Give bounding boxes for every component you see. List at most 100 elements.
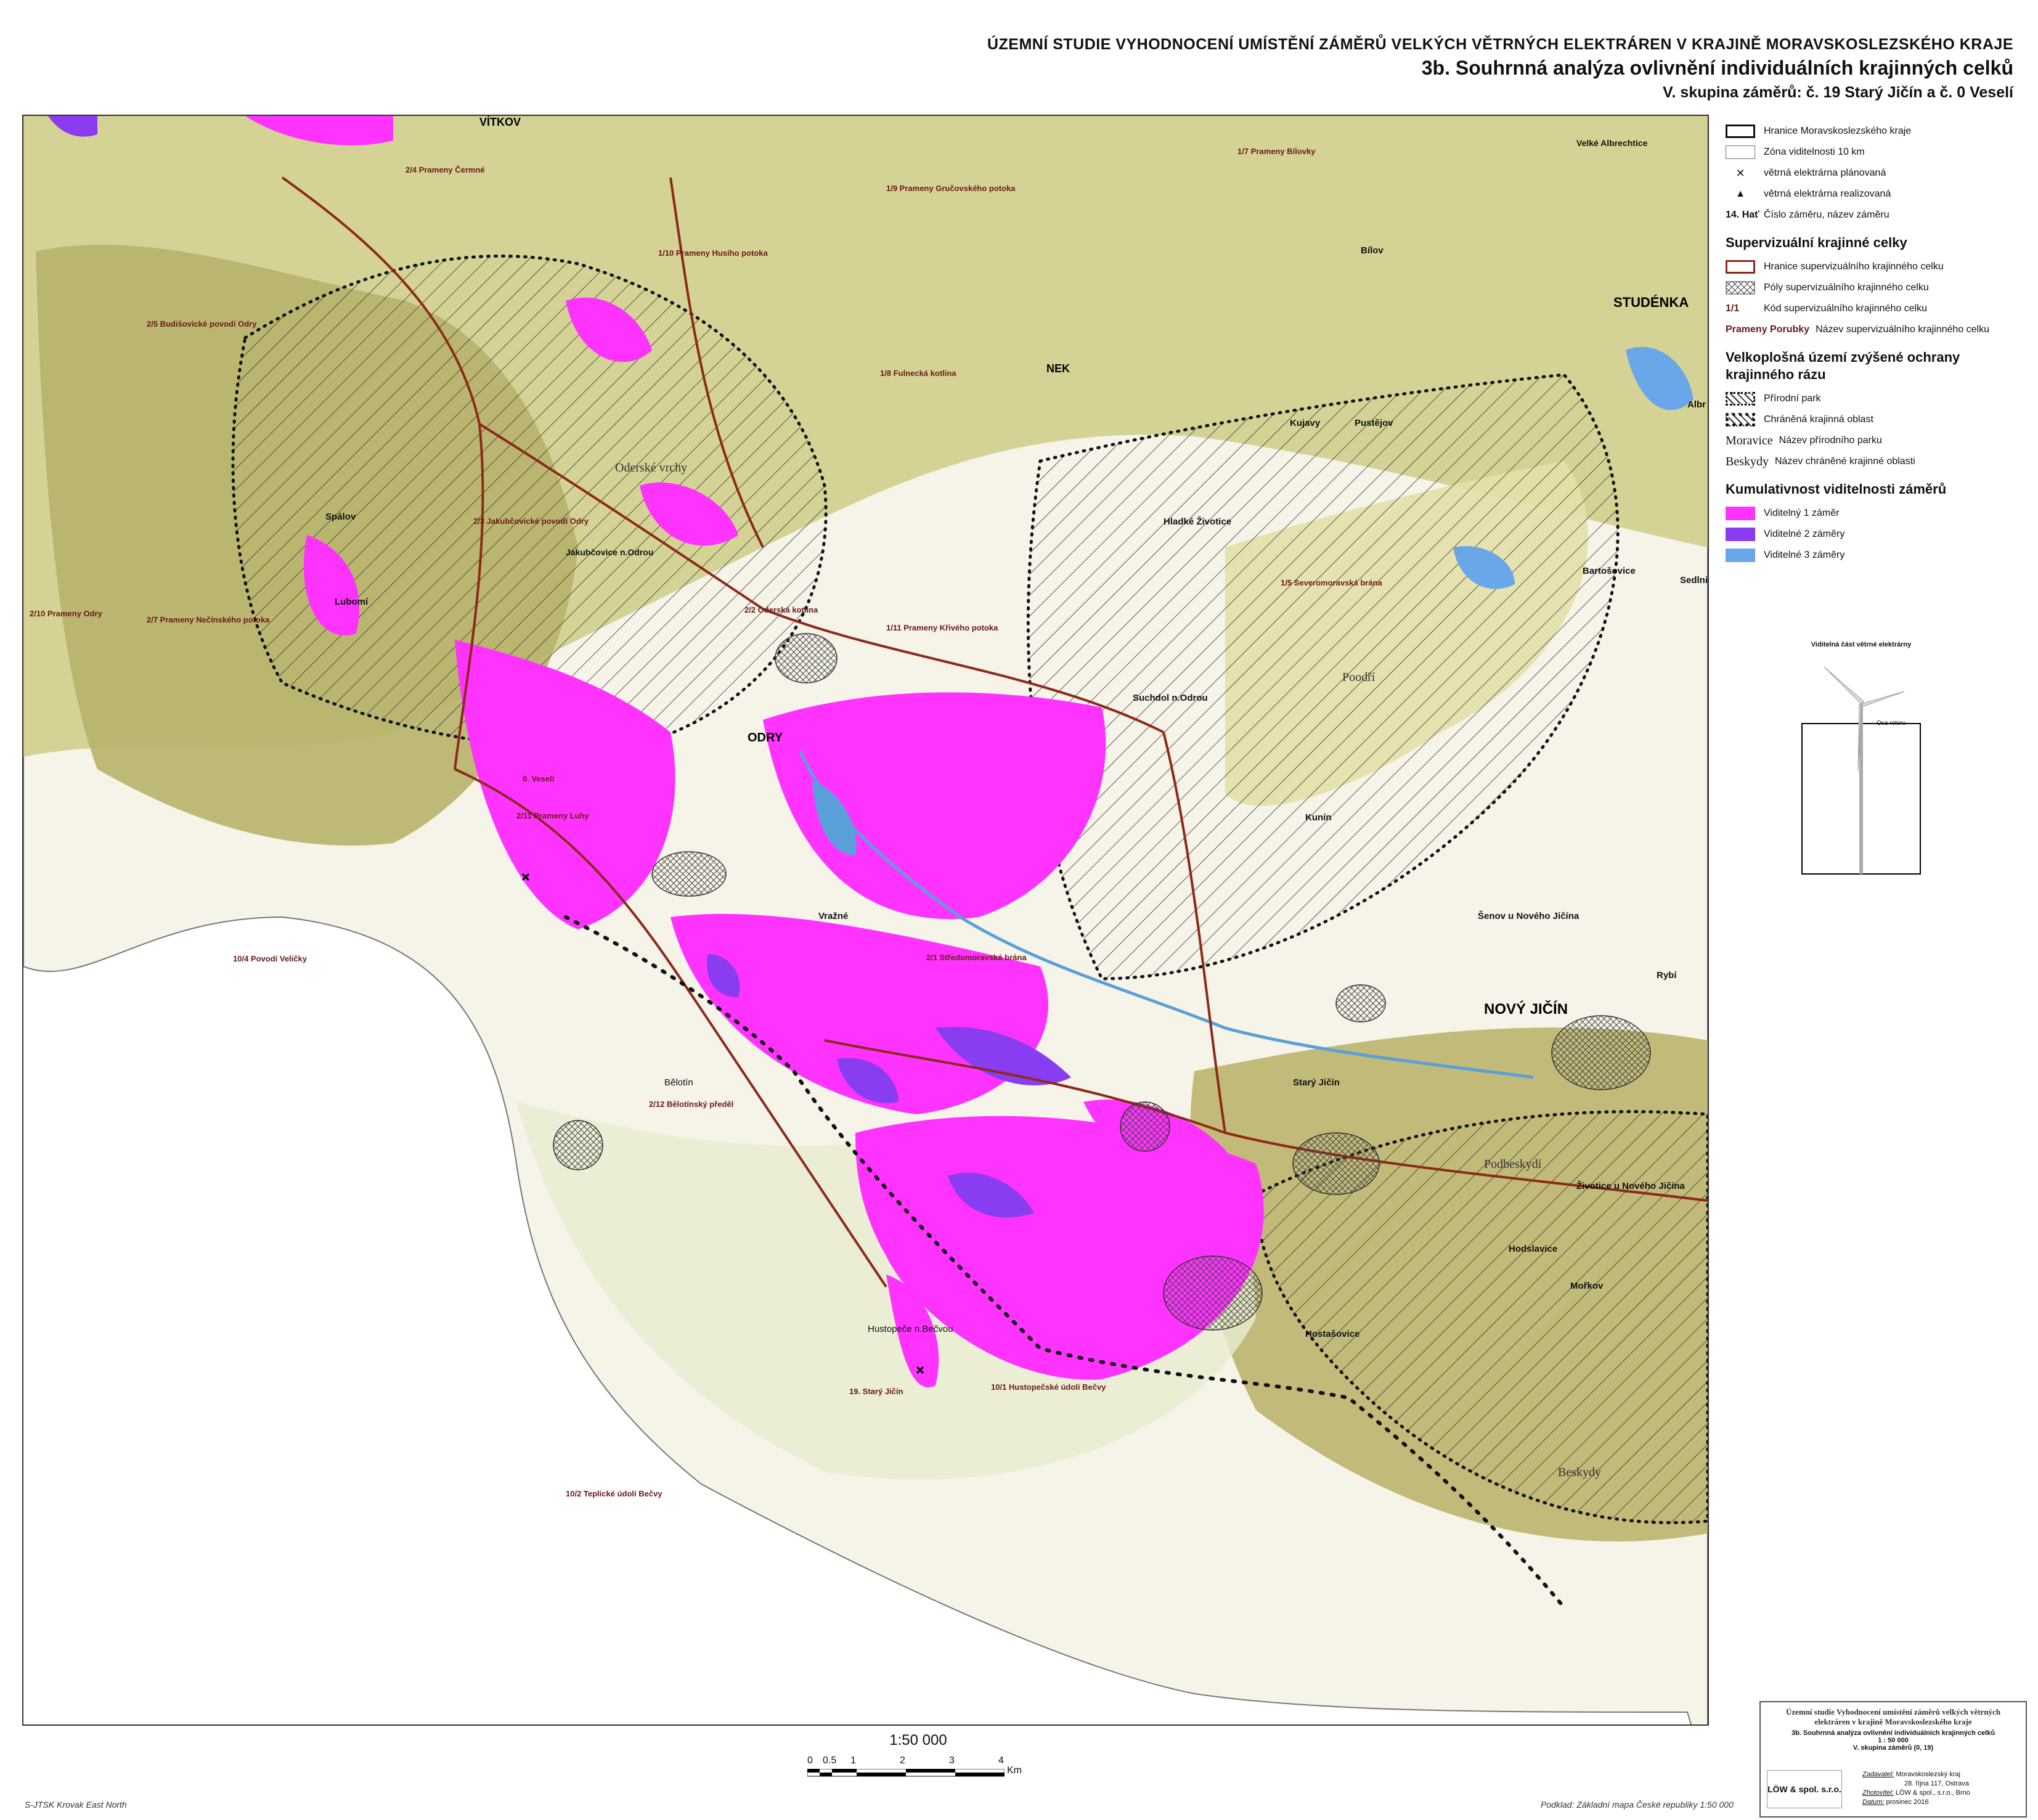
map-subtitle: 3b. Souhrnná analýza ovlivnění individuá… bbox=[1421, 57, 2013, 79]
legend-label: Název chráněné krajinné oblasti bbox=[1775, 456, 1915, 467]
town-label: Bílov bbox=[1361, 245, 1384, 256]
pole-label: 1/8 Fulnecká kotlina bbox=[880, 369, 956, 378]
pole-label: 2/10 Prameny Odry bbox=[30, 609, 102, 618]
stamp-label: Datum: bbox=[1862, 1798, 1885, 1806]
logo-text: LÖW & spol. s.r.o. bbox=[1767, 1784, 1841, 1794]
town-label: Spálov bbox=[325, 512, 356, 522]
legend-label: Přírodní park bbox=[1764, 393, 1821, 404]
turbine-built-icon: ▲ bbox=[1735, 189, 1745, 199]
legend-label: Zóna viditelnosti 10 km bbox=[1764, 147, 1865, 157]
pole-swatch bbox=[1726, 281, 1755, 295]
legend-code: Moravice bbox=[1726, 433, 1773, 447]
town-label: Mořkov bbox=[1570, 1281, 1604, 1291]
pole-label: 2/11 Prameny Luhy bbox=[516, 811, 589, 820]
region-border-swatch bbox=[1726, 124, 1755, 138]
town-label: Albr bbox=[1687, 399, 1706, 410]
park-label: Poodří bbox=[1342, 671, 1376, 684]
turbine-icon bbox=[1801, 666, 1921, 875]
town-label: Šenov u Nového Jičína bbox=[1478, 911, 1579, 921]
title-block: Územní studie Vyhodnocení umístění záměr… bbox=[1759, 1701, 2027, 1818]
legend-item: Hranice supervizuálního krajinného celku bbox=[1726, 256, 2021, 277]
town-label: Suchdol n.Odrou bbox=[1133, 693, 1208, 703]
stamp-label: Zadavatel: bbox=[1862, 1771, 1894, 1778]
map-canvas[interactable]: 2/4 Prameny Čermné 1/7 Prameny Bílovky 1… bbox=[22, 115, 1709, 1726]
stamp-subtitle: 3b. Souhrnná analýza ovlivnění individuá… bbox=[1791, 1729, 1995, 1737]
legend-label: Název přírodního parku bbox=[1779, 435, 1882, 446]
legend-label: větrná elektrárna realizovaná bbox=[1764, 189, 1891, 199]
visibility-3-swatch bbox=[1726, 549, 1755, 562]
town-label: Pustějov bbox=[1355, 418, 1393, 428]
town-label: Životice u Nového Jičína bbox=[1576, 1181, 1685, 1191]
crs-label: S-JTSK Krovak East North bbox=[25, 1800, 127, 1810]
turbine-planned-icon: ✕ bbox=[1735, 167, 1745, 179]
town-label: NOVÝ JIČÍN bbox=[1484, 1001, 1568, 1018]
nature-park-swatch bbox=[1726, 392, 1755, 406]
legend-item: Beskydy Název chráněné krajinné oblasti bbox=[1726, 451, 2021, 472]
supervisual-border-swatch bbox=[1726, 260, 1755, 274]
legend-item: Viditelné 3 záměry bbox=[1726, 545, 2021, 566]
town-label: NEK bbox=[1046, 362, 1070, 375]
pole-label: 2/4 Prameny Čermné bbox=[406, 165, 485, 174]
town-label: Starý Jičín bbox=[1293, 1077, 1340, 1088]
pole-label: 0. Veselí bbox=[523, 774, 555, 783]
town-label: VÍTKOV bbox=[479, 116, 521, 128]
pole-label: 10/4 Povodí Veličky bbox=[233, 954, 307, 963]
scale-tick: 3 bbox=[949, 1755, 955, 1766]
zone-swatch bbox=[1726, 145, 1755, 159]
scale-tick: 4 bbox=[998, 1755, 1004, 1766]
stamp-date: prosinec 2016 bbox=[1886, 1798, 1929, 1806]
stamp-client: Moravskoslezský kraj bbox=[1896, 1771, 1960, 1778]
turbine-diagram: Viditelná část větrné elektrárny Osa rot… bbox=[1800, 641, 1923, 900]
rotor-label: Osa rotoru bbox=[1877, 720, 1906, 727]
town-label: Kunín bbox=[1305, 812, 1332, 823]
scale-bar-graphic bbox=[807, 1769, 1005, 1777]
pole-label: 1/9 Prameny Gručovského potoka bbox=[886, 184, 1016, 193]
stamp-title: Územní studie Vyhodnocení umístění záměr… bbox=[1785, 1707, 2001, 1726]
scale-bar: 1:50 000 0 0.5 1 2 3 4 Km bbox=[795, 1732, 1041, 1790]
stamp-label: Zhotovitel: bbox=[1862, 1789, 1894, 1797]
town-label: Lubomí bbox=[335, 597, 369, 607]
town-label: Velké Albrechtice bbox=[1576, 138, 1648, 148]
town-label: Sedlnice bbox=[1680, 575, 1708, 586]
legend-label: Viditelné 3 záměry bbox=[1764, 550, 1845, 560]
stamp-group: V. skupina záměrů (0, 19) bbox=[1853, 1744, 1934, 1752]
map-legend: Hranice Moravskoslezského kraje Zóna vid… bbox=[1726, 121, 2021, 566]
pole-label: 10/1 Hustopečské údolí Bečvy bbox=[991, 1382, 1106, 1392]
map-title: ÚZEMNÍ STUDIE VYHODNOCENÍ UMÍSTĚNÍ ZÁMĚR… bbox=[987, 36, 2013, 53]
legend-item: Chráněná krajinná oblast bbox=[1726, 409, 2021, 430]
legend-item: 1/1 Kód supervizuálního krajinného celku bbox=[1726, 298, 2021, 319]
town-label: Bartošovice bbox=[1583, 566, 1636, 576]
pole-label: 1/11 Prameny Křivého potoka bbox=[886, 623, 998, 632]
legend-label: větrná elektrárna plánovaná bbox=[1764, 168, 1886, 178]
legend-item: Póly supervizuálního krajinného celku bbox=[1726, 277, 2021, 298]
pole-label: 1/10 Prameny Husího potoka bbox=[658, 248, 768, 258]
legend-label: Kód supervizuálního krajinného celku bbox=[1764, 303, 1928, 314]
pole-label: 10/2 Teplické údolí Bečvy bbox=[566, 1489, 662, 1498]
legend-item: Moravice Název přírodního parku bbox=[1726, 430, 2021, 451]
legend-label: Chráněná krajinná oblast bbox=[1764, 414, 1873, 425]
legend-label: Viditelný 1 záměr bbox=[1764, 508, 1840, 518]
map-graphics bbox=[23, 116, 1708, 1724]
legend-label: Hranice Moravskoslezského kraje bbox=[1764, 126, 1912, 136]
source-label: Podklad: Základní mapa České republiky 1… bbox=[1541, 1800, 1734, 1810]
legend-label: Viditelné 2 záměry bbox=[1764, 529, 1845, 539]
park-label: Oderské vrchy bbox=[615, 461, 688, 475]
legend-label: Hranice supervizuálního krajinného celku bbox=[1764, 261, 1944, 272]
turbine-caption: Viditelná část větrné elektrárny bbox=[1811, 641, 1912, 648]
town-label: STUDÉNKA bbox=[1613, 295, 1689, 310]
legend-item: 14. Hať Číslo záměru, název záměru bbox=[1726, 205, 2021, 226]
scale-tick: 2 bbox=[900, 1755, 905, 1766]
legend-label: Póly supervizuálního krajinného celku bbox=[1764, 282, 1929, 293]
legend-heading: Supervizuální krajinné celky bbox=[1726, 235, 1907, 250]
pole-label: 2/7 Prameny Nečínského potoka bbox=[147, 615, 270, 624]
pole-label: 2/5 Budišovické povodí Odry bbox=[147, 319, 257, 328]
pole-label: 1/5 Severomoravská brána bbox=[1281, 578, 1382, 587]
company-logo: LÖW & spol. s.r.o. bbox=[1767, 1770, 1842, 1808]
pole-label: 19. Starý Jičín bbox=[849, 1387, 903, 1396]
town-label: Bělotín bbox=[664, 1077, 693, 1088]
legend-heading: Kumulativnost viditelnosti záměrů bbox=[1726, 481, 1947, 497]
pole-label: 2/1 Středomoravská brána bbox=[926, 953, 1027, 962]
stamp-scale: 1 : 50 000 bbox=[1878, 1737, 1909, 1744]
stamp-address: 28. října 117, Ostrava bbox=[1904, 1780, 1969, 1787]
town-label: Hostašovice bbox=[1305, 1329, 1360, 1339]
